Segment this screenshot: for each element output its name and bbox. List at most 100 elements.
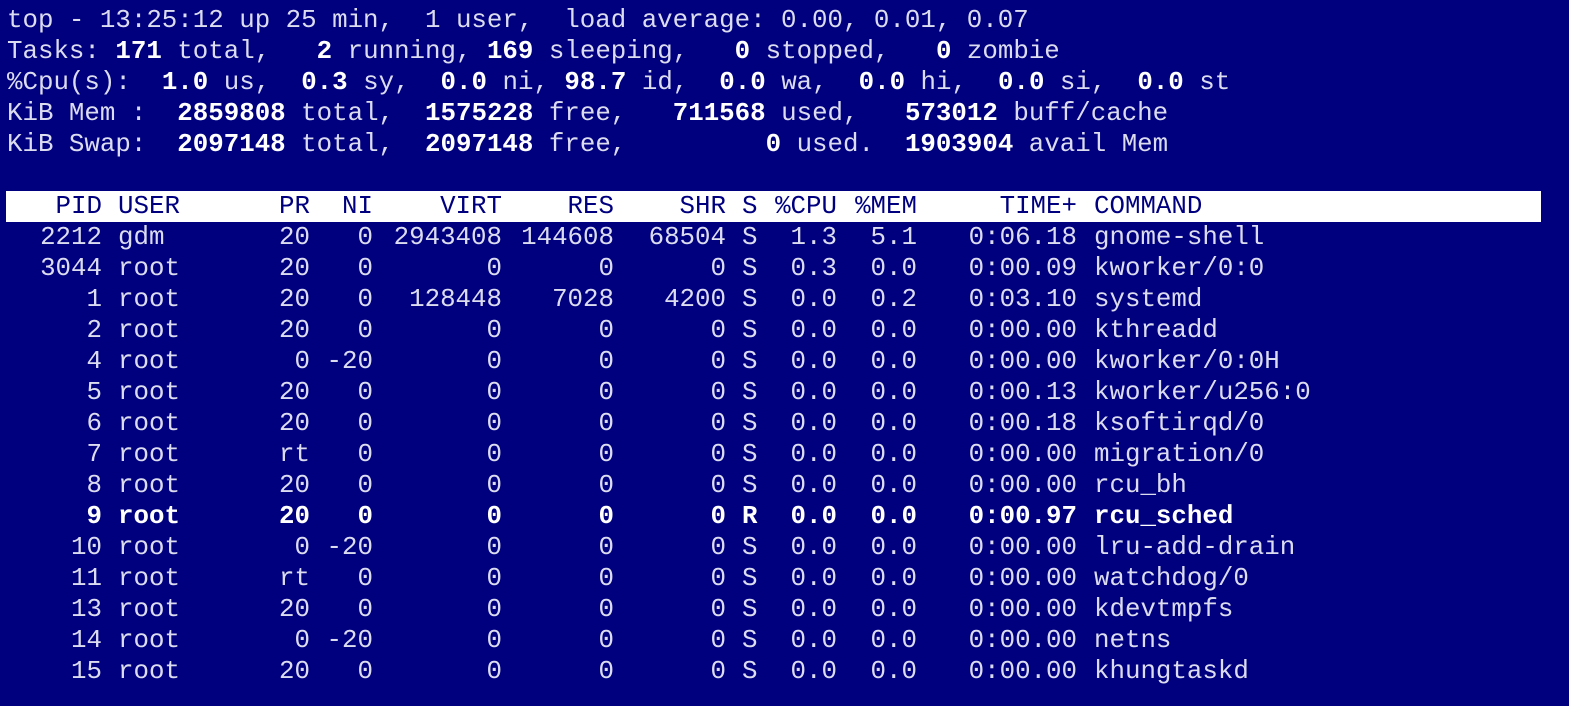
process-row[interactable]: 8 root 20 0 0 0 0 S 0.0 0.0 0:00.00 rcu_bh [0, 470, 1569, 501]
cpu-id: 98.7 [564, 68, 627, 97]
process-time: 0:00.18 [968, 409, 1077, 438]
tasks-total-label: total, [161, 37, 271, 66]
tasks-running: 2 [316, 37, 333, 66]
process-state: S [742, 254, 758, 283]
mem-free: 1575228 [425, 99, 534, 128]
process-row[interactable]: 4 root 0 -20 0 0 0 S 0.0 0.0 0:00.00 kworker/0:0H [0, 346, 1569, 377]
process-command: kworker/0:0H [1094, 347, 1280, 376]
process-mem: 0.0 [870, 347, 917, 376]
swap-total-label: total, [285, 130, 395, 159]
process-command: systemd [1094, 285, 1203, 314]
process-virt: 0 [486, 409, 502, 438]
tasks-zombie: 0 [935, 37, 952, 66]
process-cpu: 0.0 [790, 378, 837, 407]
process-res: 0 [598, 564, 614, 593]
process-command: khungtaskd [1094, 657, 1249, 686]
process-mem: 0.0 [870, 471, 917, 500]
process-state: S [742, 409, 758, 438]
process-time: 0:00.00 [968, 347, 1077, 376]
process-mem: 0.2 [870, 285, 917, 314]
process-shr: 0 [710, 626, 726, 655]
process-virt: 0 [486, 347, 502, 376]
process-row[interactable]: 6 root 20 0 0 0 0 S 0.0 0.0 0:00.18 ksoftirqd/0 [0, 408, 1569, 439]
process-res: 0 [598, 440, 614, 469]
process-priority: 20 [279, 285, 310, 314]
process-row[interactable]: 13 root 20 0 0 0 0 S 0.0 0.0 0:00.00 kdevtmpfs [0, 594, 1569, 625]
process-res: 0 [598, 347, 614, 376]
process-virt: 0 [486, 440, 502, 469]
process-row[interactable]: 1 root 20 0 128448 7028 4200 S 0.0 0.2 0:03.10 syst… [0, 284, 1569, 315]
process-time: 0:00.13 [968, 378, 1077, 407]
process-command: gnome-shell [1094, 223, 1265, 252]
process-row[interactable]: 15 root 20 0 0 0 0 S 0.0 0.0 0:00.00 khungtaskd [0, 656, 1569, 687]
process-state: S [742, 657, 758, 686]
cpu-line: %Cpu(s): 1.0 us, 0.3 sy, 0.0 ni, 98.7 id… [7, 67, 1230, 98]
process-priority: rt [279, 564, 310, 593]
mem-label: KiB Mem : [7, 99, 147, 128]
process-nice: 0 [357, 223, 373, 252]
process-command: kdevtmpfs [1094, 595, 1234, 624]
process-command: kthreadd [1094, 316, 1218, 345]
process-pid: 15 [71, 657, 102, 686]
process-shr: 0 [710, 409, 726, 438]
process-priority: 20 [279, 409, 310, 438]
process-command: rcu_sched [1094, 502, 1234, 531]
process-time: 0:00.00 [968, 595, 1077, 624]
process-row[interactable]: 2 root 20 0 0 0 0 S 0.0 0.0 0:00.00 kthreadd [0, 315, 1569, 346]
process-virt: 0 [486, 254, 502, 283]
swap-used: 0 [765, 130, 782, 159]
process-command: netns [1094, 626, 1172, 655]
process-nice: 0 [357, 285, 373, 314]
process-cpu: 0.0 [790, 471, 837, 500]
process-state: S [742, 440, 758, 469]
process-res: 0 [598, 378, 614, 407]
process-priority: 20 [279, 471, 310, 500]
tasks-line: Tasks: 171 total, 2 running, 169 sleepin… [7, 36, 1060, 67]
process-row[interactable]: 14 root 0 -20 0 0 0 S 0.0 0.0 0:00.00 netns [0, 625, 1569, 656]
process-res: 0 [598, 657, 614, 686]
process-nice: 0 [357, 316, 373, 345]
process-mem: 0.0 [870, 564, 917, 593]
process-priority: 0 [294, 626, 310, 655]
process-cpu: 0.0 [790, 409, 837, 438]
process-cpu: 0.0 [790, 316, 837, 345]
process-row[interactable]: 9 root 20 0 0 0 0 R 0.0 0.0 0:00.97 rcu_sched [0, 501, 1569, 532]
process-row[interactable]: 10 root 0 -20 0 0 0 S 0.0 0.0 0:00.00 lru-add-drain [0, 532, 1569, 563]
process-row[interactable]: 5 root 20 0 0 0 0 S 0.0 0.0 0:00.13 kworker/u256:0 [0, 377, 1569, 408]
process-mem: 0.0 [870, 626, 917, 655]
process-virt: 0 [486, 378, 502, 407]
terminal-window[interactable]: top - 13:25:12 up 25 min, 1 user, load a… [0, 0, 1569, 706]
process-virt: 0 [486, 316, 502, 345]
process-shr: 0 [710, 254, 726, 283]
process-row[interactable]: 2212 gdm 20 0 2943408 144608 68504 S 1.3 5.1 0:06.… [0, 222, 1569, 253]
process-virt: 128448 [409, 285, 502, 314]
col-header-pr: PR [279, 192, 310, 221]
process-row[interactable]: 3044 root 20 0 0 0 0 S 0.3 0.0 0:00.09 kworker/0:0 [0, 253, 1569, 284]
cpu-hi-label: hi, [905, 68, 968, 97]
process-res: 7028 [552, 285, 614, 314]
process-shr: 0 [710, 440, 726, 469]
process-row[interactable]: 11 root rt 0 0 0 0 S 0.0 0.0 0:00.00 watchdog/0 [0, 563, 1569, 594]
swap-line: KiB Swap: 2097148 total, 2097148 free, 0… [7, 129, 1168, 160]
process-pid: 14 [71, 626, 102, 655]
process-nice: 0 [357, 595, 373, 624]
process-time: 0:00.00 [968, 564, 1077, 593]
tasks-stopped-label: stopped, [750, 37, 890, 66]
process-time: 0:06.18 [968, 223, 1077, 252]
process-row[interactable]: 7 root rt 0 0 0 0 S 0.0 0.0 0:00.00 migration/0 [0, 439, 1569, 470]
process-nice: -20 [326, 626, 373, 655]
process-pid: 11 [71, 564, 102, 593]
mem-free-label: free, [533, 99, 627, 128]
process-mem: 0.0 [870, 316, 917, 345]
tasks-total: 171 [115, 37, 162, 66]
process-time: 0:00.00 [968, 657, 1077, 686]
tasks-zombie-label: zombie [951, 37, 1060, 66]
process-pid: 2212 [40, 223, 102, 252]
process-state: S [742, 378, 758, 407]
process-priority: 20 [279, 254, 310, 283]
swap-used-label: used. [781, 130, 874, 159]
process-mem: 0.0 [870, 254, 917, 283]
swap-total: 2097148 [177, 130, 286, 159]
process-nice: 0 [357, 564, 373, 593]
cpu-wa: 0.0 [719, 68, 766, 97]
